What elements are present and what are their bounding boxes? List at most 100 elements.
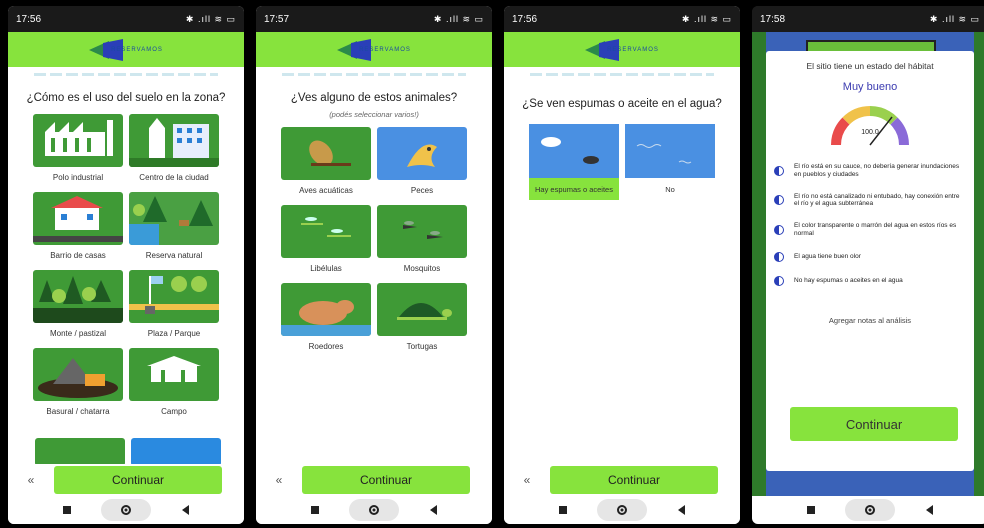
- question-title: ¿Se ven espumas o aceite en el agua?: [522, 98, 722, 110]
- option-label: Roedores: [308, 342, 344, 351]
- option-tortugas[interactable]: Tortugas: [377, 283, 467, 351]
- status-bar: 17:58 ✱ .ıll ≋ ▭: [752, 6, 984, 32]
- continue-button[interactable]: Continuar: [54, 466, 222, 494]
- option-label: Tortugas: [406, 342, 438, 351]
- result-list: El río está en su cauce, no debería gene…: [766, 163, 974, 286]
- status-time: 17:57: [264, 13, 290, 25]
- result-item-text: No hay espumas o aceites en el agua: [794, 276, 903, 284]
- android-nav-bar: [504, 496, 740, 524]
- result-item: No hay espumas o aceites en el agua: [774, 275, 966, 286]
- park-icon: [129, 270, 219, 323]
- gauge-icon: [831, 106, 909, 146]
- recents-icon[interactable]: [559, 506, 568, 514]
- android-nav-bar: [752, 496, 984, 524]
- half-circle-icon: [774, 275, 784, 286]
- option-label: Plaza / Parque: [147, 329, 201, 338]
- back-nav-icon[interactable]: [181, 505, 189, 515]
- home-icon[interactable]: [349, 499, 400, 521]
- continue-button[interactable]: Continuar: [302, 466, 470, 494]
- back-nav-icon[interactable]: [429, 505, 437, 515]
- back-button[interactable]: «: [8, 473, 54, 487]
- option-barrio-casas[interactable]: Barrio de casas: [33, 192, 123, 260]
- back-nav-icon[interactable]: [677, 505, 685, 515]
- back-button[interactable]: «: [504, 473, 550, 487]
- clean-water-icon: [625, 124, 715, 178]
- option-polo-industrial[interactable]: Polo industrial: [33, 114, 123, 182]
- home-icon[interactable]: [845, 499, 896, 521]
- result-item: El color transparente o marrón del agua …: [774, 222, 966, 238]
- bottom-bar: « Continuar: [256, 464, 492, 496]
- option-hay-espumas[interactable]: Hay espumas o aceites: [529, 124, 619, 200]
- continue-button[interactable]: Continuar: [550, 466, 718, 494]
- progress-bar: [282, 73, 466, 76]
- home-icon[interactable]: [597, 499, 648, 521]
- duck-icon: [281, 127, 371, 180]
- option-centro-ciudad[interactable]: Centro de la ciudad: [129, 114, 219, 182]
- back-nav-icon[interactable]: [925, 505, 933, 515]
- option-label: Campo: [161, 407, 187, 416]
- gauge-value: 100.0: [861, 129, 879, 136]
- factory-icon: [33, 114, 123, 167]
- bottom-bar: « Continuar: [8, 464, 244, 496]
- dump-icon: [33, 348, 123, 401]
- option-label: Aves acuáticas: [299, 186, 353, 195]
- option-mosquitos[interactable]: Mosquitos: [377, 205, 467, 273]
- app-header: RESERVAMOS: [8, 32, 244, 67]
- option-label: Basural / chatarra: [46, 407, 110, 416]
- question-title: ¿Ves alguno de estos animales?: [290, 92, 458, 104]
- progress-bar: [34, 73, 218, 76]
- result-item-text: El río está en su cauce, no debería gene…: [794, 163, 960, 178]
- brand-name: RESERVAMOS: [111, 46, 163, 53]
- option-plaza-parque[interactable]: Plaza / Parque: [129, 270, 219, 338]
- option-roedores[interactable]: Roedores: [281, 283, 371, 351]
- half-circle-icon: [774, 224, 784, 235]
- result-item: El río no está canalizado ni entubado, h…: [774, 193, 966, 209]
- status-bar: 17:56 ✱ .ıll ≋ ▭: [8, 6, 244, 32]
- option-label: Polo industrial: [52, 173, 104, 182]
- question-title: ¿Cómo es el uso del suelo en la zona?: [26, 92, 226, 104]
- option-basural-chatarra[interactable]: Basural / chatarra: [33, 348, 123, 416]
- option-monte-pastizal[interactable]: Monte / pastizal: [33, 270, 123, 338]
- question-subtitle: (podés seleccionar varios!): [329, 110, 419, 119]
- app-header: RESERVAMOS: [256, 32, 492, 67]
- dragonfly-icon: [281, 205, 371, 258]
- option-aves-acuaticas[interactable]: Aves acuáticas: [281, 127, 371, 195]
- foam-icon: [529, 124, 619, 178]
- recents-icon[interactable]: [63, 506, 72, 514]
- brand-logo: RESERVAMOS: [89, 38, 163, 61]
- nature-reserve-icon: [129, 192, 219, 245]
- status-bar: 17:57 ✱ .ıll ≋ ▭: [256, 6, 492, 32]
- back-button[interactable]: «: [256, 473, 302, 487]
- option-label: Hay espumas o aceites: [529, 178, 619, 200]
- status-icons: ✱ .ıll ≋ ▭: [929, 13, 980, 24]
- recents-icon[interactable]: [807, 506, 816, 514]
- result-item: El río está en su cauce, no debería gene…: [774, 163, 966, 179]
- option-no[interactable]: No: [625, 124, 715, 200]
- option-label: No: [665, 184, 675, 194]
- status-bar: 17:56 ✱ .ıll ≋ ▭: [504, 6, 740, 32]
- option-label: Libélulas: [310, 264, 342, 273]
- phone-screen-foam: 17:56 ✱ .ıll ≋ ▭ RESERVAMOS ¿Se ven espu…: [504, 6, 740, 524]
- habitat-gauge: 100.0: [766, 103, 974, 149]
- phone-screen-animals: 17:57 ✱ .ıll ≋ ▭ RESERVAMOS ¿Ves alguno …: [256, 6, 492, 524]
- option-reserva-natural[interactable]: Reserva natural: [129, 192, 219, 260]
- status-time: 17:58: [760, 13, 786, 25]
- result-item-text: El río no está canalizado ni entubado, h…: [794, 192, 960, 208]
- recents-icon[interactable]: [311, 506, 320, 514]
- continue-button[interactable]: Continuar: [790, 407, 958, 441]
- option-label: Mosquitos: [403, 264, 441, 273]
- option-campo[interactable]: Campo: [129, 348, 219, 416]
- next-row-partial: [35, 438, 221, 466]
- house-icon: [33, 192, 123, 245]
- option-libelulas[interactable]: Libélulas: [281, 205, 371, 273]
- home-icon[interactable]: [101, 499, 152, 521]
- android-nav-bar: [8, 496, 244, 524]
- phone-screen-land-use: 17:56 ✱ .ıll ≋ ▭ RESERVAMOS ¿Cómo es el …: [8, 6, 244, 524]
- bottom-bar: « Continuar: [504, 464, 740, 496]
- status-time: 17:56: [512, 13, 538, 25]
- result-verdict: Muy bueno: [842, 81, 898, 93]
- option-peces[interactable]: Peces: [377, 127, 467, 195]
- add-notes-link[interactable]: Agregar notas al análisis: [766, 316, 974, 325]
- result-item-text: El agua tiene buen olor: [794, 252, 861, 260]
- brand-logo: RESERVAMOS: [337, 38, 411, 61]
